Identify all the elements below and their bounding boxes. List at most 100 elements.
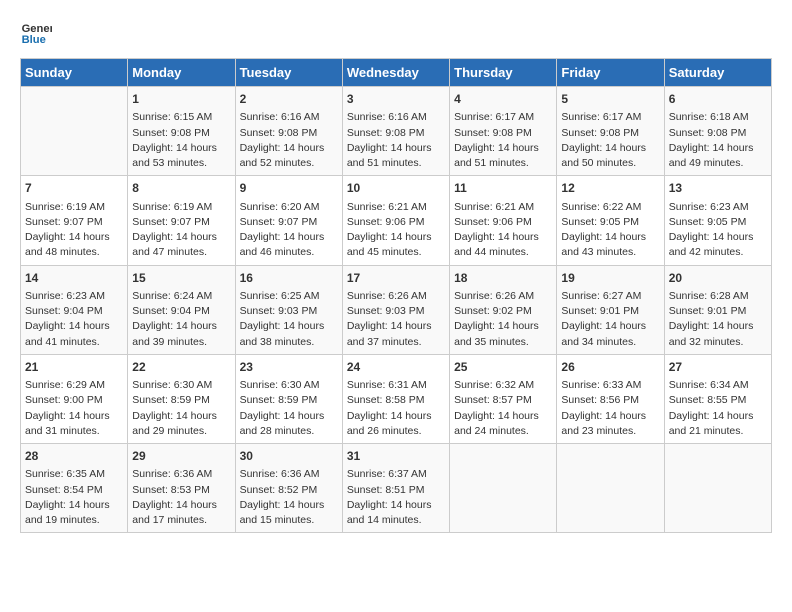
calendar-cell: 30 Sunrise: 6:36 AM Sunset: 8:52 PM Dayli…: [235, 444, 342, 533]
calendar-cell: 27 Sunrise: 6:34 AM Sunset: 8:55 PM Dayli…: [664, 354, 771, 443]
day-number: 18: [454, 270, 552, 287]
week-row-2: 7 Sunrise: 6:19 AM Sunset: 9:07 PM Daylig…: [21, 176, 772, 265]
calendar-cell: [664, 444, 771, 533]
cell-content: Sunrise: 6:19 AM Sunset: 9:07 PM Dayligh…: [25, 200, 123, 261]
day-number: 20: [669, 270, 767, 287]
header-cell-thursday: Thursday: [450, 59, 557, 87]
cell-content: Sunrise: 6:37 AM Sunset: 8:51 PM Dayligh…: [347, 467, 445, 528]
day-number: 24: [347, 359, 445, 376]
cell-content: Sunrise: 6:16 AM Sunset: 9:08 PM Dayligh…: [240, 110, 338, 171]
day-number: 10: [347, 180, 445, 197]
calendar-cell: 18Sunrise: 6:26 AM Sunset: 9:02 PM Dayli…: [450, 265, 557, 354]
cell-content: Sunrise: 6:30 AM Sunset: 8:59 PM Dayligh…: [240, 378, 338, 439]
day-number: 22: [132, 359, 230, 376]
cell-content: Sunrise: 6:23 AM Sunset: 9:05 PM Dayligh…: [669, 200, 767, 261]
header-cell-sunday: Sunday: [21, 59, 128, 87]
cell-content: Sunrise: 6:21 AM Sunset: 9:06 PM Dayligh…: [454, 200, 552, 261]
day-number: 15: [132, 270, 230, 287]
calendar-cell: 4 Sunrise: 6:17 AM Sunset: 9:08 PM Daylig…: [450, 87, 557, 176]
svg-text:General: General: [22, 23, 52, 35]
cell-content: Sunrise: 6:29 AM Sunset: 9:00 PM Dayligh…: [25, 378, 123, 439]
calendar-cell: 22Sunrise: 6:30 AM Sunset: 8:59 PM Dayli…: [128, 354, 235, 443]
calendar-cell: 2 Sunrise: 6:16 AM Sunset: 9:08 PM Daylig…: [235, 87, 342, 176]
day-number: 29: [132, 448, 230, 465]
cell-content: Sunrise: 6:23 AM Sunset: 9:04 PM Dayligh…: [25, 289, 123, 350]
day-number: 8: [132, 180, 230, 197]
calendar-cell: 6 Sunrise: 6:18 AM Sunset: 9:08 PM Daylig…: [664, 87, 771, 176]
week-row-5: 28Sunrise: 6:35 AM Sunset: 8:54 PM Dayli…: [21, 444, 772, 533]
day-number: 21: [25, 359, 123, 376]
calendar-cell: [450, 444, 557, 533]
week-row-4: 21 Sunrise: 6:29 AM Sunset: 9:00 PM Dayli…: [21, 354, 772, 443]
cell-content: Sunrise: 6:20 AM Sunset: 9:07 PM Dayligh…: [240, 200, 338, 261]
cell-content: Sunrise: 6:17 AM Sunset: 9:08 PM Dayligh…: [454, 110, 552, 171]
cell-content: Sunrise: 6:27 AM Sunset: 9:01 PM Dayligh…: [561, 289, 659, 350]
cell-content: Sunrise: 6:17 AM Sunset: 9:08 PM Dayligh…: [561, 110, 659, 171]
calendar-cell: 9 Sunrise: 6:20 AM Sunset: 9:07 PM Daylig…: [235, 176, 342, 265]
calendar-cell: 13 Sunrise: 6:23 AM Sunset: 9:05 PM Dayli…: [664, 176, 771, 265]
day-number: 11: [454, 180, 552, 197]
header-cell-monday: Monday: [128, 59, 235, 87]
day-number: 1: [132, 91, 230, 108]
cell-content: Sunrise: 6:28 AM Sunset: 9:01 PM Dayligh…: [669, 289, 767, 350]
day-number: 23: [240, 359, 338, 376]
logo: General Blue: [20, 16, 56, 48]
calendar-cell: 12 Sunrise: 6:22 AM Sunset: 9:05 PM Dayli…: [557, 176, 664, 265]
calendar-cell: [21, 87, 128, 176]
day-number: 6: [669, 91, 767, 108]
day-number: 12: [561, 180, 659, 197]
header-cell-wednesday: Wednesday: [342, 59, 449, 87]
day-number: 31: [347, 448, 445, 465]
header-cell-friday: Friday: [557, 59, 664, 87]
calendar-cell: 25Sunrise: 6:32 AM Sunset: 8:57 PM Dayli…: [450, 354, 557, 443]
calendar-cell: 15 Sunrise: 6:24 AM Sunset: 9:04 PM Dayli…: [128, 265, 235, 354]
calendar-cell: 14 Sunrise: 6:23 AM Sunset: 9:04 PM Dayli…: [21, 265, 128, 354]
calendar-cell: 26Sunrise: 6:33 AM Sunset: 8:56 PM Dayli…: [557, 354, 664, 443]
cell-content: Sunrise: 6:32 AM Sunset: 8:57 PM Dayligh…: [454, 378, 552, 439]
cell-content: Sunrise: 6:36 AM Sunset: 8:52 PM Dayligh…: [240, 467, 338, 528]
day-number: 27: [669, 359, 767, 376]
header: General Blue: [20, 16, 772, 48]
cell-content: Sunrise: 6:26 AM Sunset: 9:03 PM Dayligh…: [347, 289, 445, 350]
cell-content: Sunrise: 6:31 AM Sunset: 8:58 PM Dayligh…: [347, 378, 445, 439]
cell-content: Sunrise: 6:19 AM Sunset: 9:07 PM Dayligh…: [132, 200, 230, 261]
calendar-cell: 29Sunrise: 6:36 AM Sunset: 8:53 PM Dayli…: [128, 444, 235, 533]
calendar-header: SundayMondayTuesdayWednesdayThursdayFrid…: [21, 59, 772, 87]
logo-icon: General Blue: [20, 16, 52, 48]
day-number: 26: [561, 359, 659, 376]
cell-content: Sunrise: 6:15 AM Sunset: 9:08 PM Dayligh…: [132, 110, 230, 171]
calendar-cell: 3 Sunrise: 6:16 AM Sunset: 9:08 PM Daylig…: [342, 87, 449, 176]
calendar-cell: 10 Sunrise: 6:21 AM Sunset: 9:06 PM Dayli…: [342, 176, 449, 265]
calendar-cell: 24 Sunrise: 6:31 AM Sunset: 8:58 PM Dayli…: [342, 354, 449, 443]
day-number: 3: [347, 91, 445, 108]
cell-content: Sunrise: 6:34 AM Sunset: 8:55 PM Dayligh…: [669, 378, 767, 439]
day-number: 17: [347, 270, 445, 287]
day-number: 7: [25, 180, 123, 197]
calendar-cell: 31 Sunrise: 6:37 AM Sunset: 8:51 PM Dayli…: [342, 444, 449, 533]
calendar-cell: 23 Sunrise: 6:30 AM Sunset: 8:59 PM Dayli…: [235, 354, 342, 443]
calendar-cell: 21 Sunrise: 6:29 AM Sunset: 9:00 PM Dayli…: [21, 354, 128, 443]
header-cell-saturday: Saturday: [664, 59, 771, 87]
calendar-cell: 17 Sunrise: 6:26 AM Sunset: 9:03 PM Dayli…: [342, 265, 449, 354]
calendar-cell: 16Sunrise: 6:25 AM Sunset: 9:03 PM Dayli…: [235, 265, 342, 354]
calendar-cell: [557, 444, 664, 533]
calendar-body: 1 Sunrise: 6:15 AM Sunset: 9:08 PM Daylig…: [21, 87, 772, 533]
day-number: 14: [25, 270, 123, 287]
day-number: 9: [240, 180, 338, 197]
day-number: 5: [561, 91, 659, 108]
day-number: 2: [240, 91, 338, 108]
day-number: 4: [454, 91, 552, 108]
calendar-table: SundayMondayTuesdayWednesdayThursdayFrid…: [20, 58, 772, 533]
calendar-cell: 8 Sunrise: 6:19 AM Sunset: 9:07 PM Daylig…: [128, 176, 235, 265]
cell-content: Sunrise: 6:16 AM Sunset: 9:08 PM Dayligh…: [347, 110, 445, 171]
cell-content: Sunrise: 6:24 AM Sunset: 9:04 PM Dayligh…: [132, 289, 230, 350]
day-number: 28: [25, 448, 123, 465]
cell-content: Sunrise: 6:21 AM Sunset: 9:06 PM Dayligh…: [347, 200, 445, 261]
cell-content: Sunrise: 6:18 AM Sunset: 9:08 PM Dayligh…: [669, 110, 767, 171]
cell-content: Sunrise: 6:22 AM Sunset: 9:05 PM Dayligh…: [561, 200, 659, 261]
calendar-cell: 5 Sunrise: 6:17 AM Sunset: 9:08 PM Daylig…: [557, 87, 664, 176]
day-number: 13: [669, 180, 767, 197]
day-number: 16: [240, 270, 338, 287]
calendar-cell: 20 Sunrise: 6:28 AM Sunset: 9:01 PM Dayli…: [664, 265, 771, 354]
day-number: 30: [240, 448, 338, 465]
